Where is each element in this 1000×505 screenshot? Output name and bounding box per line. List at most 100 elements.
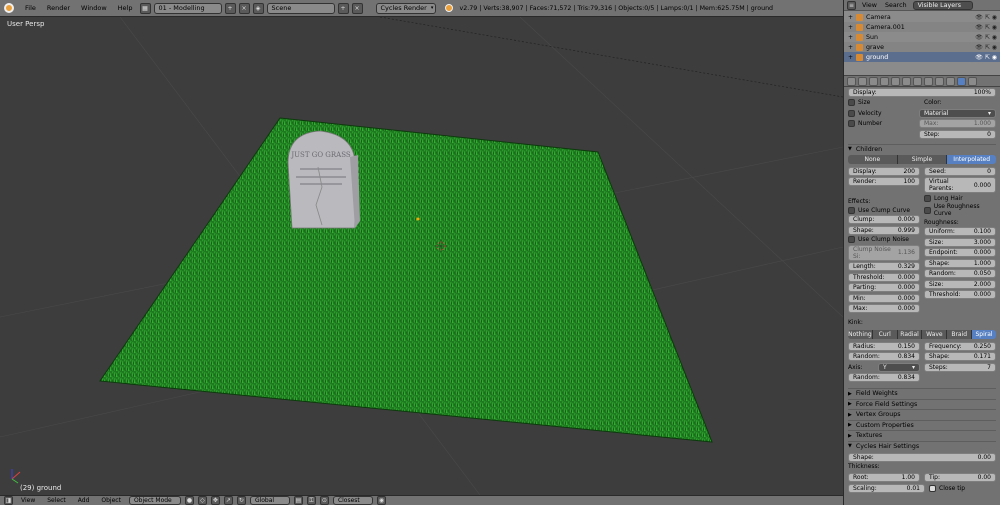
- snap-icon[interactable]: ⊙: [319, 496, 329, 505]
- max-field[interactable]: Max: 1.000: [919, 119, 996, 129]
- menu-window[interactable]: Window: [77, 4, 111, 12]
- 3d-viewport[interactable]: JUST GO GRASS User Persp (29) ground: [0, 17, 843, 495]
- orientation-dropdown[interactable]: Global: [249, 496, 290, 505]
- kink-nothing[interactable]: Nothing: [848, 329, 873, 339]
- children-panel-header[interactable]: ▼ Children: [848, 143, 996, 155]
- roughness-threshold-field[interactable]: Threshold: 0.000: [924, 290, 996, 299]
- roughness-random-field[interactable]: Random: 0.050: [924, 269, 996, 278]
- constraints-tab-icon[interactable]: [902, 76, 911, 86]
- object-tab-icon[interactable]: [891, 76, 900, 86]
- checkbox-icon[interactable]: [848, 206, 855, 214]
- length-field[interactable]: Length: 0.329: [848, 262, 920, 271]
- modifiers-tab-icon[interactable]: [913, 76, 922, 86]
- axis-dropdown[interactable]: Y ▾: [878, 362, 920, 372]
- display-percent-field[interactable]: Display: 100%: [848, 87, 996, 97]
- clump-field[interactable]: Clump: 0.000: [848, 215, 920, 224]
- root-field[interactable]: Root: 1.00: [848, 473, 920, 483]
- threshold-field[interactable]: Threshold: 0.000: [848, 272, 920, 282]
- outliner-item-camera001[interactable]: + Camera.001 👁 ⇱ ◉: [844, 22, 1000, 32]
- textures-panel-header[interactable]: ▶ Textures: [848, 430, 996, 441]
- visibility-icons[interactable]: 👁 ⇱ ◉: [975, 34, 997, 41]
- children-display-field[interactable]: Display: 200: [848, 166, 920, 176]
- kink-curl[interactable]: Curl: [872, 329, 898, 339]
- expand-icon[interactable]: +: [848, 54, 853, 61]
- roughness-size-field[interactable]: Size: 3.000: [924, 237, 996, 247]
- screen-layout-dropdown[interactable]: 01 - Modelling: [153, 2, 222, 14]
- color-dropdown[interactable]: Material ▾: [919, 108, 996, 118]
- children-mode-none[interactable]: None: [848, 154, 898, 164]
- layers-icon[interactable]: ▤: [293, 496, 303, 505]
- size-checkbox[interactable]: Size: [848, 99, 920, 107]
- add-layout-icon[interactable]: +: [224, 2, 236, 14]
- physics-tab-icon[interactable]: [968, 76, 977, 86]
- hair-shape-field[interactable]: Shape: 0.00: [848, 452, 996, 462]
- visibility-icons[interactable]: 👁 ⇱ ◉: [975, 24, 997, 31]
- menu-render[interactable]: Render: [43, 4, 74, 12]
- roughness-random-size-field[interactable]: Size: 2.000: [924, 279, 996, 289]
- endpoint-field[interactable]: Endpoint: 0.000: [924, 248, 996, 257]
- expand-icon[interactable]: +: [848, 34, 853, 41]
- pivot-icon[interactable]: ◇: [197, 496, 207, 505]
- tip-field[interactable]: Tip: 0.00: [924, 473, 996, 483]
- children-mode-simple[interactable]: Simple: [897, 154, 948, 164]
- texture-tab-icon[interactable]: [946, 76, 955, 86]
- cycles-hair-settings-panel-header[interactable]: ▼ Cycles Hair Settings: [848, 440, 996, 452]
- use-clump-noise-checkbox[interactable]: Use Clump Noise: [848, 236, 920, 243]
- checkbox-checked-icon[interactable]: [929, 484, 936, 492]
- visibility-icons[interactable]: 👁 ⇱ ◉: [975, 54, 997, 61]
- scaling-field[interactable]: Scaling: 0.01: [848, 483, 925, 493]
- kink-random-2-field[interactable]: Random: 0.834: [848, 373, 920, 382]
- custom-properties-panel-header[interactable]: ▶ Custom Properties: [848, 419, 996, 431]
- outliner-item-sun[interactable]: + Sun 👁 ⇱ ◉: [844, 32, 1000, 42]
- expand-icon[interactable]: +: [848, 14, 853, 21]
- checkbox-icon[interactable]: [848, 109, 855, 117]
- menu-add[interactable]: Add: [74, 497, 94, 504]
- remove-layout-icon[interactable]: ×: [238, 2, 250, 14]
- frequency-field[interactable]: Frequency: 0.250: [924, 341, 996, 351]
- render-icon[interactable]: ◉: [376, 496, 386, 505]
- world-tab-icon[interactable]: [880, 76, 889, 86]
- rotate-icon[interactable]: ↻: [236, 496, 246, 505]
- long-hair-checkbox[interactable]: Long Hair: [924, 194, 996, 202]
- remove-scene-icon[interactable]: ×: [351, 2, 363, 14]
- outliner-item-camera[interactable]: + Camera 👁 ⇱ ◉: [844, 12, 1000, 22]
- virtual-parents-field[interactable]: Virtual Parents: 0.000: [924, 177, 996, 193]
- editor-type-icon[interactable]: ◨: [4, 496, 13, 505]
- mode-dropdown[interactable]: Object Mode: [128, 496, 181, 505]
- checkbox-icon[interactable]: [924, 194, 931, 202]
- menu-select[interactable]: Select: [43, 497, 70, 504]
- parting-field[interactable]: Parting: 0.000: [848, 283, 920, 292]
- checkbox-icon[interactable]: [924, 206, 931, 214]
- shading-icon[interactable]: ●: [184, 496, 194, 505]
- use-clump-curve-checkbox[interactable]: Use Clump Curve: [848, 206, 920, 214]
- data-tab-icon[interactable]: [924, 76, 933, 86]
- render-tab-icon[interactable]: [847, 76, 856, 86]
- viewport-canvas[interactable]: JUST GO GRASS: [0, 17, 843, 495]
- kink-wave[interactable]: Wave: [922, 329, 948, 339]
- force-field-settings-panel-header[interactable]: ▶ Force Field Settings: [848, 398, 996, 410]
- layers-tab-icon[interactable]: [858, 76, 867, 86]
- radius-field[interactable]: Radius: 0.150: [848, 341, 920, 351]
- kink-radial[interactable]: Radial: [897, 329, 923, 339]
- snap-target-dropdown[interactable]: Closest: [332, 496, 373, 505]
- kink-shape-field[interactable]: Shape: 0.171: [924, 352, 996, 361]
- min-field[interactable]: Min: 0.000: [848, 293, 920, 303]
- screen-layout-icon[interactable]: ▦: [139, 2, 151, 14]
- checkbox-icon[interactable]: [848, 236, 855, 243]
- menu-object[interactable]: Object: [97, 497, 125, 504]
- uniform-field[interactable]: Uniform: 0.100: [924, 227, 996, 236]
- kink-braid[interactable]: Braid: [947, 329, 973, 339]
- menu-help[interactable]: Help: [114, 4, 137, 12]
- clump-shape-field[interactable]: Shape: 0.999: [848, 225, 920, 235]
- children-max-field[interactable]: Max: 0.000: [848, 304, 920, 313]
- kink-random-field[interactable]: Random: 0.834: [848, 352, 920, 361]
- clump-noise-size-field[interactable]: Clump Noise Si: 1.136: [848, 244, 920, 261]
- material-tab-icon[interactable]: [935, 76, 944, 86]
- outliner-filter-dropdown[interactable]: Visible Layers: [912, 0, 973, 10]
- outliner-search-menu[interactable]: Search: [883, 2, 909, 9]
- steps-field[interactable]: Steps: 7: [924, 362, 996, 372]
- seed-field[interactable]: Seed: 0: [924, 166, 996, 176]
- velocity-checkbox[interactable]: Velocity: [848, 109, 915, 117]
- expand-icon[interactable]: +: [848, 24, 853, 31]
- menu-view[interactable]: View: [17, 497, 39, 504]
